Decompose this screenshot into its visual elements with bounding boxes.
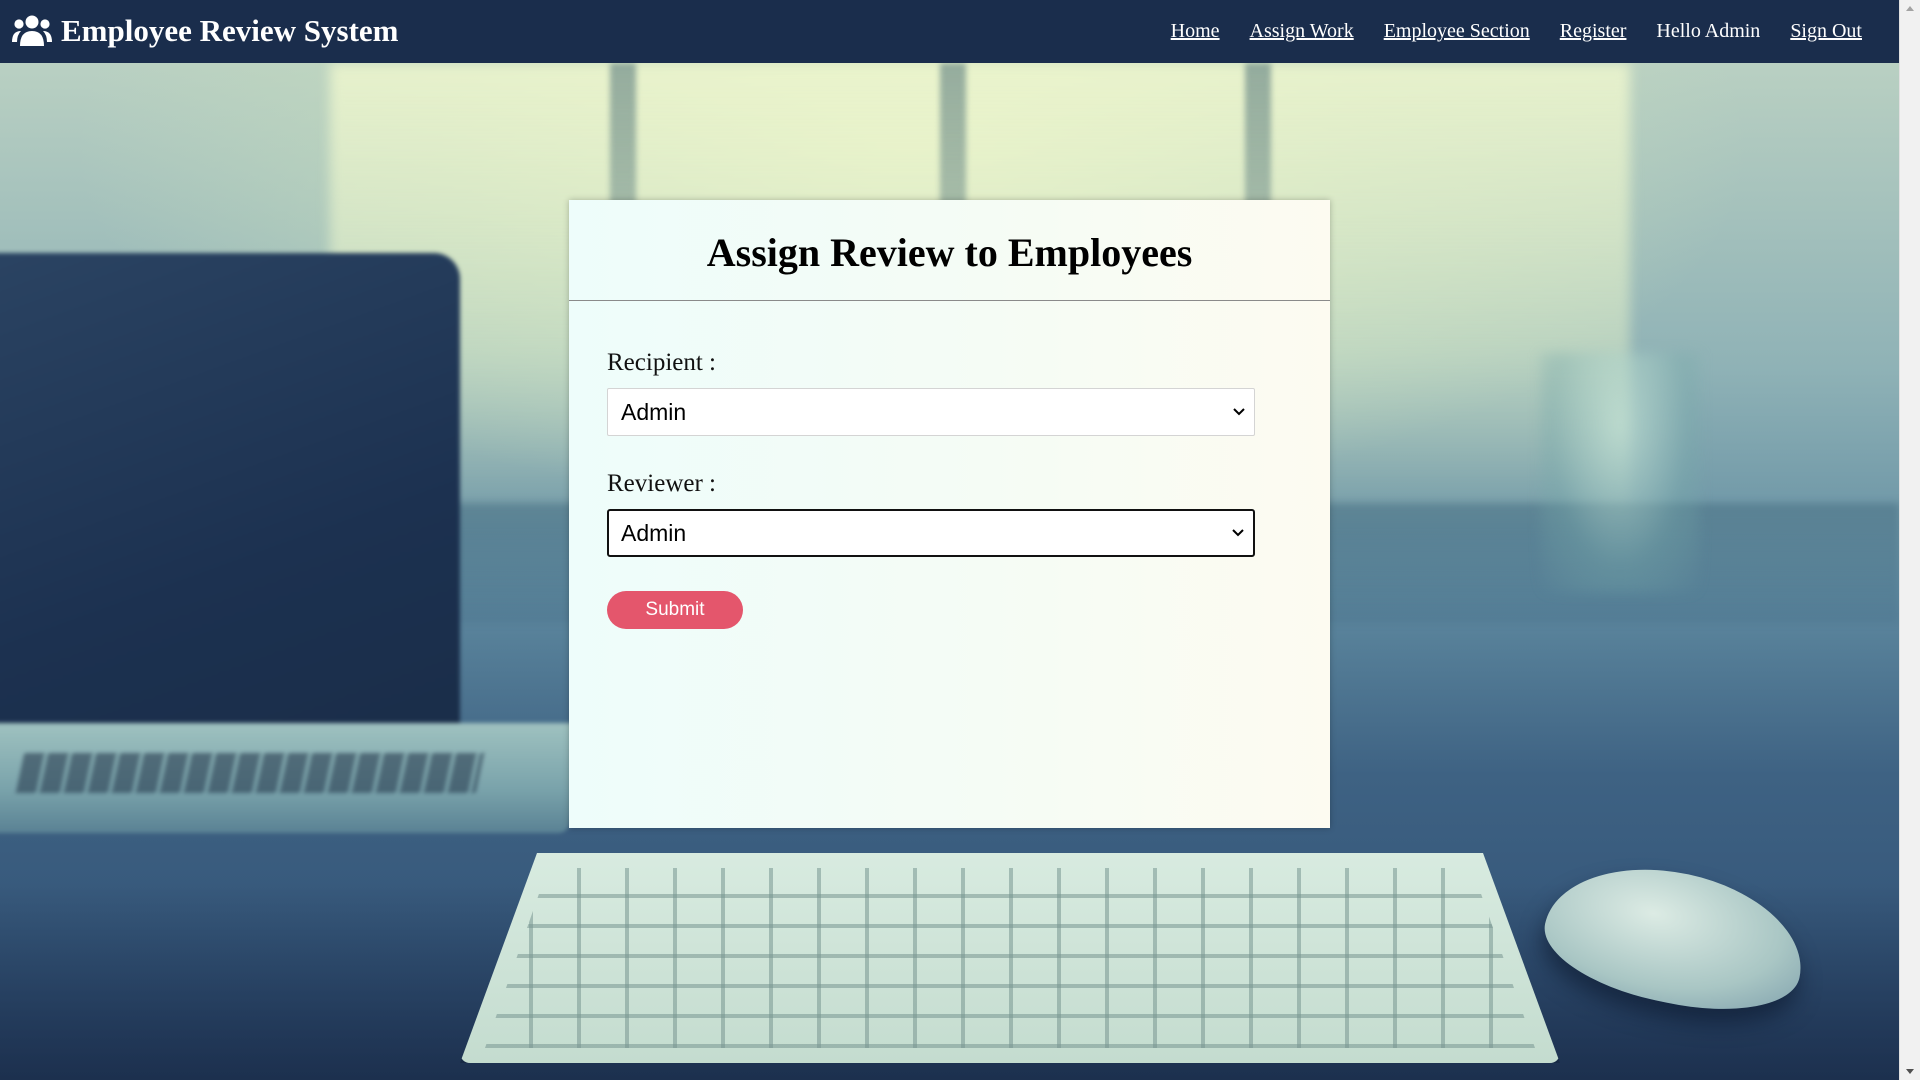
- nav-home-link[interactable]: Home: [1171, 20, 1220, 43]
- chevron-down-icon: [1233, 408, 1245, 416]
- glass-object: [1540, 353, 1700, 593]
- reviewer-label: Reviewer :: [607, 470, 716, 497]
- navbar: Employee Review System Home Assign Work …: [0, 0, 1900, 63]
- scroll-down-arrow-icon[interactable]: [1900, 1064, 1920, 1080]
- recipient-select-value: Admin: [621, 399, 687, 425]
- card-header: Assign Review to Employees: [569, 200, 1330, 301]
- app-title: Employee Review System: [61, 13, 399, 48]
- nav-sign-out-link[interactable]: Sign Out: [1790, 20, 1862, 43]
- brand[interactable]: Employee Review System: [12, 10, 399, 52]
- recipient-label: Recipient :: [607, 349, 716, 376]
- laptop-screen: [0, 253, 460, 773]
- nav-employee-section-link[interactable]: Employee Section: [1384, 20, 1530, 43]
- vertical-scrollbar[interactable]: [1899, 0, 1920, 1080]
- nav-links: Home Assign Work Employee Section Regist…: [1141, 0, 1862, 63]
- nav-assign-work-link[interactable]: Assign Work: [1250, 20, 1354, 43]
- submit-button[interactable]: Submit: [607, 591, 743, 629]
- users-icon: [12, 15, 52, 46]
- reviewer-select-value: Admin: [621, 520, 687, 546]
- page-title: Assign Review to Employees: [706, 229, 1193, 275]
- laptop-keys: [15, 753, 485, 793]
- recipient-select[interactable]: Admin: [607, 388, 1255, 436]
- assign-review-card: Assign Review to Employees Recipient : A…: [569, 200, 1330, 828]
- scroll-up-arrow-icon[interactable]: [1900, 0, 1920, 16]
- chevron-down-icon: [1232, 529, 1244, 537]
- user-greeting: Hello Admin: [1656, 20, 1761, 42]
- card-body: Recipient : Admin Reviewer : Admin Submi…: [569, 349, 1330, 629]
- nav-register-link[interactable]: Register: [1560, 20, 1627, 43]
- keyboard-keys: [485, 868, 1535, 1048]
- reviewer-select[interactable]: Admin: [607, 509, 1255, 557]
